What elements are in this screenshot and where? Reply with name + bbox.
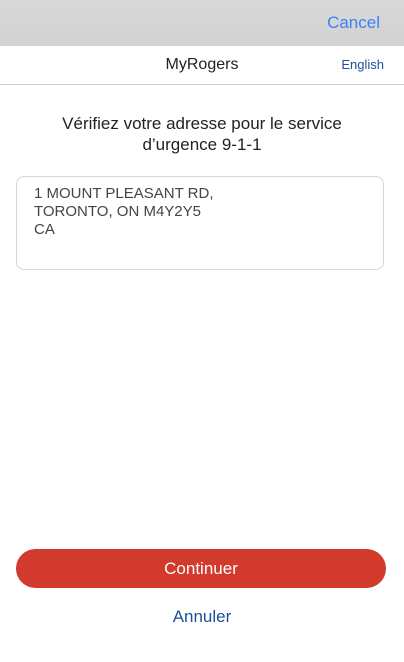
address-line-3: CA bbox=[34, 221, 55, 238]
screen: Cancel MyRogers English Vérifiez votre a… bbox=[0, 0, 404, 662]
heading-line-1: Vérifiez votre adresse pour le service bbox=[62, 114, 342, 133]
address-field[interactable]: 1 MOUNT PLEASANT RD, TORONTO, ON M4Y2Y5 … bbox=[16, 176, 384, 270]
address-line-2: TORONTO, ON M4Y2Y5 bbox=[34, 203, 201, 220]
nav-bar: MyRogers English bbox=[0, 46, 404, 85]
heading-line-2: d’urgence 9-1-1 bbox=[142, 135, 262, 154]
cancel-link[interactable]: Annuler bbox=[0, 607, 404, 627]
top-cancel-button[interactable]: Cancel bbox=[327, 13, 380, 33]
language-toggle-link[interactable]: English bbox=[341, 57, 384, 72]
address-line-1: 1 MOUNT PLEASANT RD, bbox=[34, 185, 214, 202]
address-verification-heading: Vérifiez votre adresse pour le service d… bbox=[30, 113, 374, 155]
top-bar: Cancel bbox=[0, 0, 404, 46]
continue-button[interactable]: Continuer bbox=[16, 549, 386, 588]
